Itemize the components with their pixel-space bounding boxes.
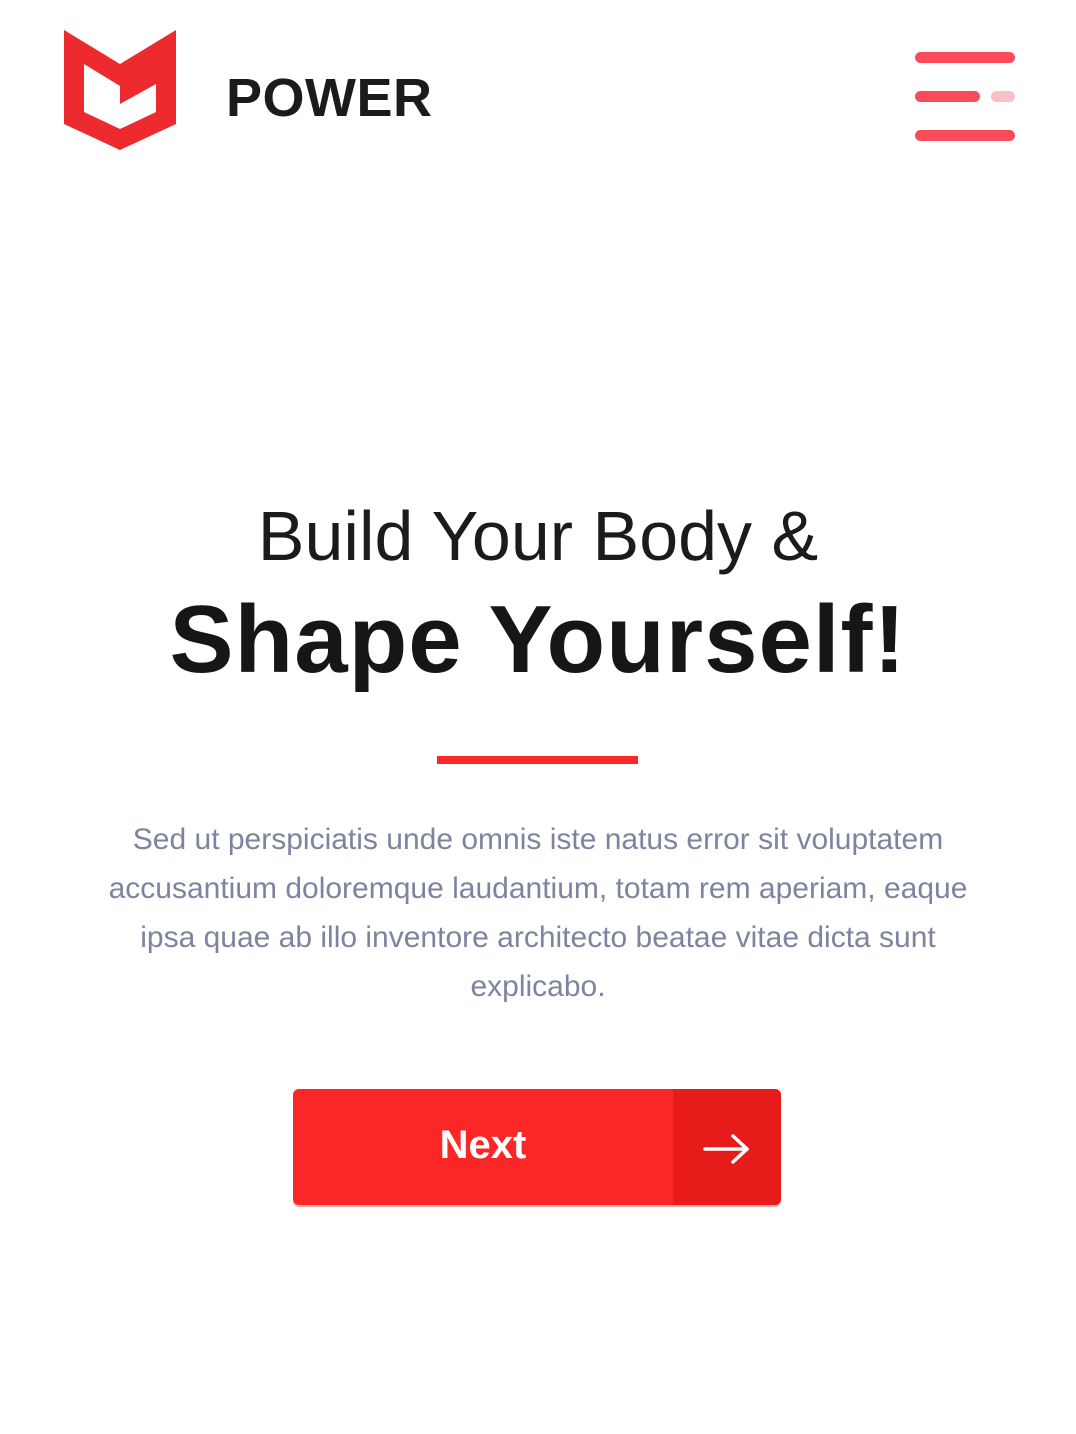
hamburger-menu-icon[interactable] bbox=[912, 50, 1018, 144]
hero-heading: Build Your Body & Shape Yourself! bbox=[0, 490, 1076, 700]
header: POWER bbox=[0, 0, 1076, 200]
hero-description: Sed ut perspiciatis unde omnis iste natu… bbox=[108, 823, 968, 1003]
arrow-right-icon[interactable] bbox=[673, 1089, 781, 1205]
menu-bar-bottom bbox=[915, 130, 1015, 141]
power-shield-logo-icon[interactable] bbox=[62, 28, 180, 152]
menu-bar-middle bbox=[915, 91, 980, 102]
next-button[interactable]: Next bbox=[293, 1089, 781, 1205]
menu-bar-middle-dot bbox=[991, 91, 1015, 102]
brand-name: POWER bbox=[226, 68, 433, 128]
next-button-label: Next bbox=[439, 1123, 527, 1167]
accent-divider bbox=[437, 756, 638, 764]
hero-title-line1: Build Your Body & bbox=[257, 497, 819, 575]
menu-bar-top bbox=[915, 52, 1015, 63]
hero-title-line2: Shape Yourself! bbox=[169, 586, 907, 693]
